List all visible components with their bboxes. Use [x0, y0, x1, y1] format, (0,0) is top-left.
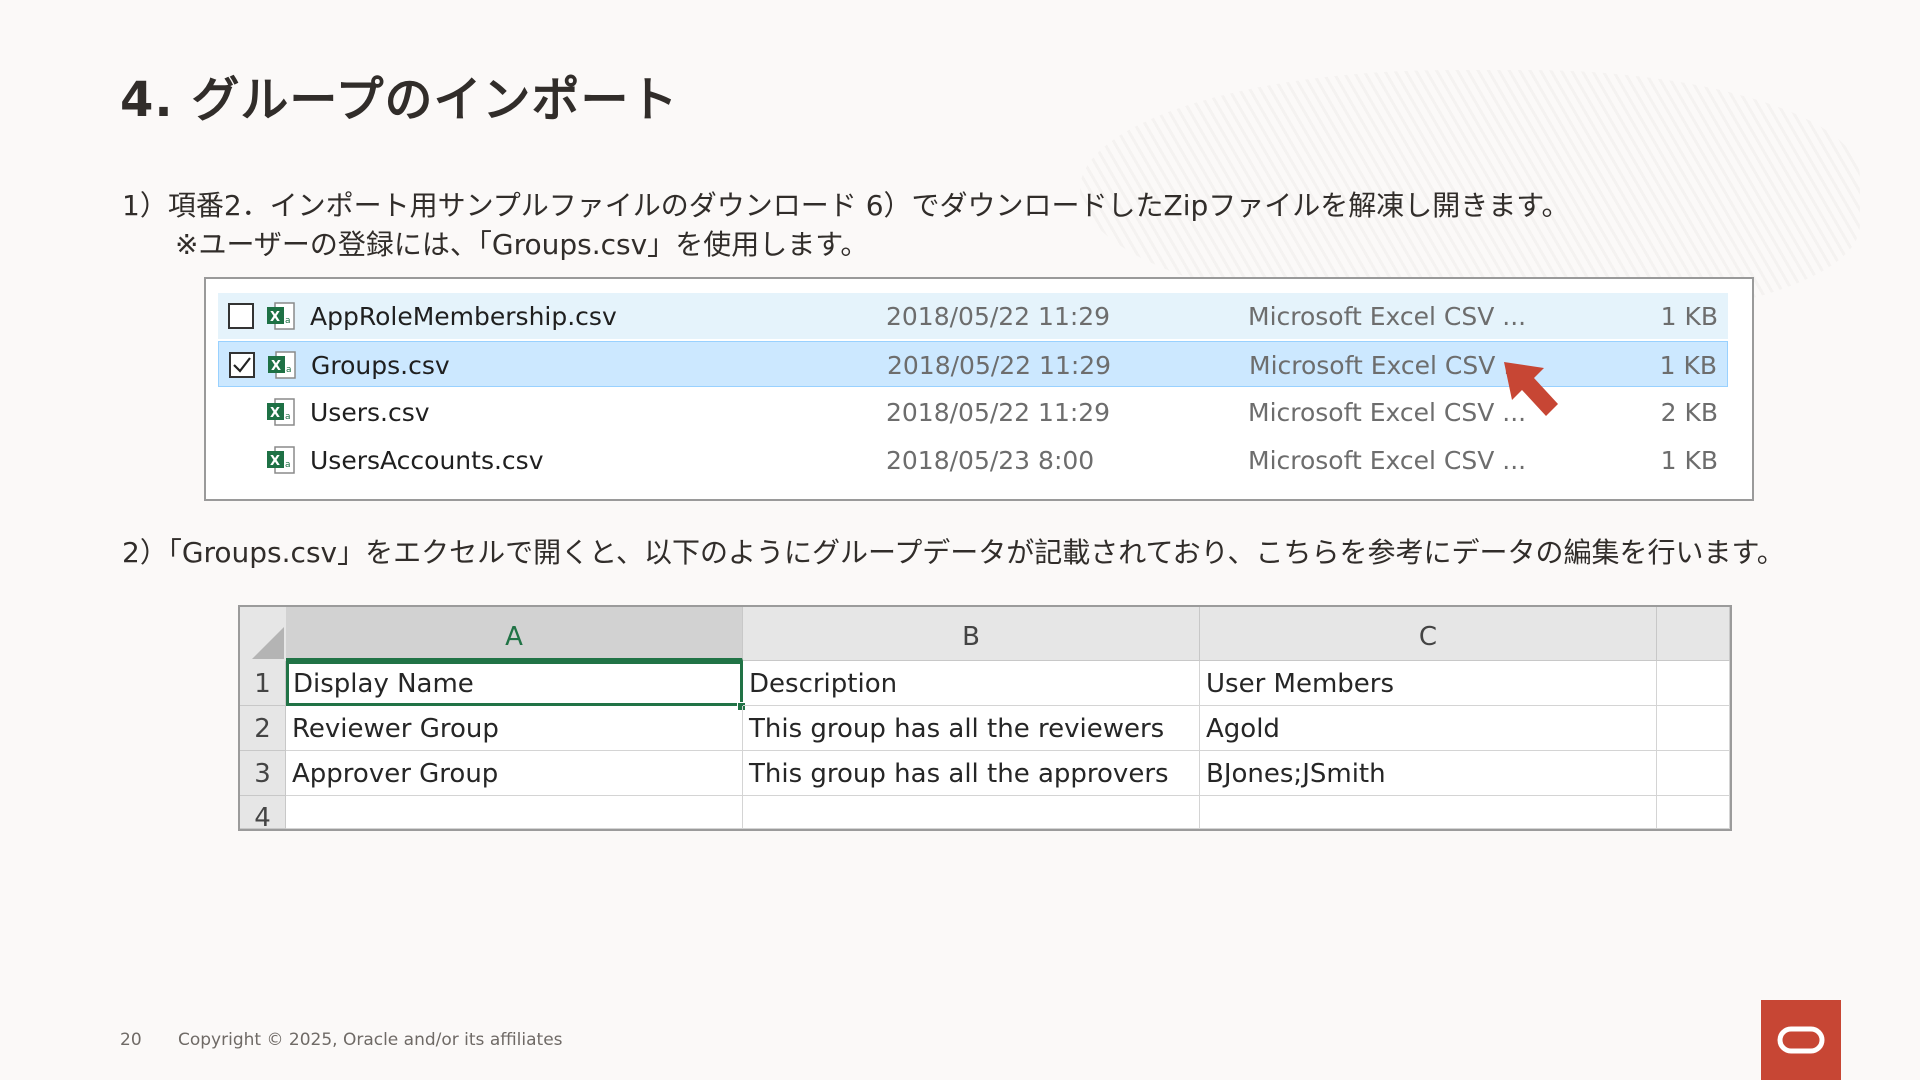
file-date: 2018/05/22 11:29 [886, 302, 1111, 331]
file-type: Microsoft Excel CSV ... [1248, 398, 1527, 427]
svg-text:X: X [270, 406, 280, 421]
step1-instruction: 1）項番2．インポート用サンプルファイルのダウンロード 6）でダウンロードしたZ… [122, 189, 1570, 222]
cell-b2[interactable]: This group has all the reviewers [743, 706, 1200, 751]
cell-a3[interactable]: Approver Group [286, 751, 743, 796]
select-all-triangle-icon [252, 627, 284, 659]
cell-a2[interactable]: Reviewer Group [286, 706, 743, 751]
excel-csv-file-icon: X a [267, 398, 295, 426]
excel-csv-file-icon: X a [268, 351, 296, 379]
cell-d3[interactable] [1657, 751, 1730, 796]
cell-b1[interactable]: Description [743, 661, 1200, 706]
file-checkbox-checked[interactable] [229, 352, 255, 378]
check-icon [233, 357, 251, 373]
cell-a1[interactable]: Display Name [286, 661, 743, 706]
cell-b3[interactable]: This group has all the approvers [743, 751, 1200, 796]
file-date: 2018/05/22 11:29 [886, 398, 1111, 427]
svg-text:X: X [270, 454, 280, 469]
file-name: AppRoleMembership.csv [310, 302, 617, 331]
oracle-logo [1761, 1000, 1841, 1080]
row-header-1[interactable]: 1 [240, 661, 286, 706]
pointer-arrow-icon [1504, 362, 1558, 416]
step2-instruction: 2）「Groups.csv」をエクセルで開くと、以下のようにグループデータが記載… [122, 536, 1785, 569]
svg-text:a: a [286, 365, 292, 375]
select-all-corner[interactable] [240, 607, 287, 662]
cell-c3[interactable]: BJones;JSmith [1200, 751, 1657, 796]
file-type: Microsoft Excel CSV ... [1249, 351, 1528, 380]
cell-c4[interactable] [1200, 796, 1657, 829]
spreadsheet: A B C 1 2 3 4 Display Name Description U… [238, 605, 1732, 833]
oracle-logo-icon [1777, 1026, 1825, 1054]
cell-c2[interactable]: Agold [1200, 706, 1657, 751]
page-title: 4. グループのインポート [120, 72, 679, 128]
file-checkbox[interactable] [228, 303, 254, 329]
svg-text:a: a [285, 460, 291, 470]
file-size: 1 KB [1660, 302, 1718, 331]
cell-b4[interactable] [743, 796, 1200, 829]
cell-c1[interactable]: User Members [1200, 661, 1657, 706]
svg-text:X: X [271, 359, 281, 374]
svg-text:a: a [285, 316, 291, 326]
cell-d2[interactable] [1657, 706, 1730, 751]
file-size: 1 KB [1659, 351, 1717, 380]
file-size: 2 KB [1660, 398, 1718, 427]
excel-csv-file-icon: X a [267, 302, 295, 330]
row-header-3[interactable]: 3 [240, 751, 286, 796]
step1-note: ※ユーザーの登録には、「Groups.csv」を使用します。 [175, 228, 869, 261]
cell-d4[interactable] [1657, 796, 1730, 829]
column-header-a[interactable]: A [286, 607, 743, 661]
page-number: 20 [120, 1030, 142, 1050]
cell-a4[interactable] [286, 796, 743, 829]
file-date: 2018/05/23 8:00 [886, 446, 1095, 475]
column-header-c[interactable]: C [1200, 607, 1657, 661]
file-size: 1 KB [1660, 446, 1718, 475]
svg-text:a: a [285, 412, 291, 422]
file-row-approlemembership[interactable]: X a AppRoleMembership.csv 2018/05/22 11:… [218, 293, 1728, 339]
file-name: Groups.csv [311, 351, 450, 380]
file-type: Microsoft Excel CSV ... [1248, 302, 1527, 331]
file-date: 2018/05/22 11:29 [887, 351, 1112, 380]
file-name: UsersAccounts.csv [310, 446, 544, 475]
column-header-b[interactable]: B [743, 607, 1200, 661]
file-row-usersaccounts[interactable]: X a UsersAccounts.csv 2018/05/23 8:00 Mi… [218, 437, 1728, 483]
column-header-empty[interactable] [1657, 607, 1730, 661]
row-header-4[interactable]: 4 [240, 796, 286, 833]
copyright-notice: Copyright © 2025, Oracle and/or its affi… [178, 1030, 563, 1050]
svg-text:X: X [270, 310, 280, 325]
excel-csv-file-icon: X a [267, 446, 295, 474]
row-header-2[interactable]: 2 [240, 706, 286, 751]
cell-d1[interactable] [1657, 661, 1730, 706]
file-name: Users.csv [310, 398, 430, 427]
file-type: Microsoft Excel CSV ... [1248, 446, 1527, 475]
